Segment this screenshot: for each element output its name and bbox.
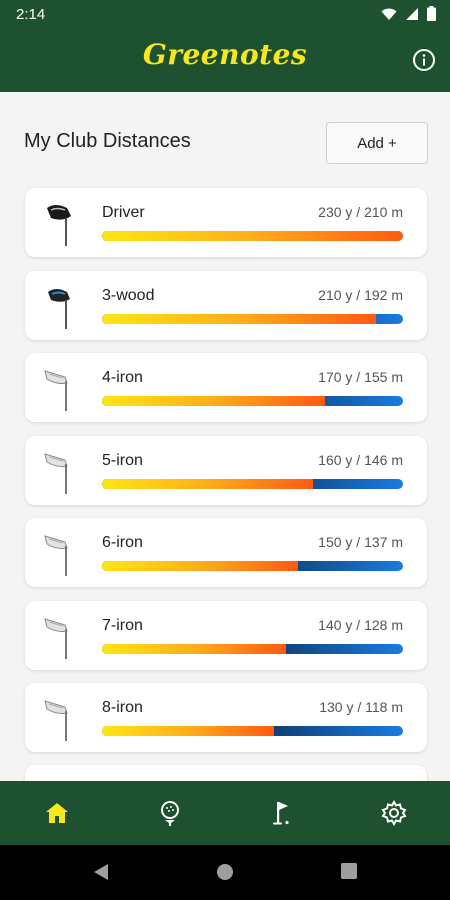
distance-bar-fill [102,478,313,489]
club-distance: 170 y / 155 m [318,369,403,385]
back-icon[interactable] [92,863,110,881]
club-card[interactable]: Driver 230 y / 210 m [25,188,427,257]
distance-bar [102,726,403,736]
wood-icon [43,283,77,329]
cell-signal-icon [406,7,418,20]
club-name: 3-wood [102,286,155,304]
distance-bar-fill [102,313,376,324]
distance-bar [102,396,403,406]
recents-icon[interactable] [341,863,357,879]
club-name: 6-iron [102,534,143,551]
info-icon[interactable] [412,48,436,72]
distance-bar-fill [102,643,286,654]
club-name: 5-iron [102,451,143,469]
distance-bar [102,313,403,324]
club-distance: 150 y / 137 m [318,534,403,550]
iron-icon [43,365,77,411]
club-card[interactable]: 6-iron 150 y / 137 m [25,518,427,587]
iron-icon [43,695,77,741]
distance-bar [102,643,403,654]
gear-icon[interactable] [380,799,408,827]
bottom-nav [0,781,450,845]
club-name: 7-iron [102,616,143,634]
club-name: 8-iron [102,699,143,716]
home-circle-icon[interactable] [216,863,234,881]
distance-bar [102,561,403,571]
add-club-button[interactable]: Add + [326,122,428,164]
status-time: 2:14 [16,6,46,23]
club-distance: 230 y / 210 m [318,204,403,220]
club-name: Driver [102,204,145,221]
home-icon[interactable] [43,799,71,827]
club-card[interactable]: 7-iron 140 y / 128 m [25,600,427,670]
status-bar: 2:14 [0,0,450,32]
system-nav-bar [0,845,450,900]
golf-ball-tee-icon[interactable] [156,799,184,827]
page-title: My Club Distances [24,130,191,152]
driver-icon [43,200,77,246]
wifi-icon [381,8,397,20]
distance-bar-fill [102,396,325,406]
club-distance: 130 y / 118 m [319,699,403,715]
club-name: 4-iron [102,369,143,386]
club-card[interactable]: 4-iron 170 y / 155 m [25,353,427,422]
iron-icon [43,448,77,494]
distance-bar-fill [102,561,298,571]
golf-flag-icon[interactable] [268,799,296,827]
club-card[interactable]: 3-wood 210 y / 192 m [25,270,427,340]
battery-icon [427,6,436,21]
club-list: Driver 230 y / 210 m 3-wood 210 y / 192 m 4-… [25,188,427,766]
distance-bar-fill [102,726,274,736]
app-header: 2:14 Greenotes [0,0,450,92]
distance-bar [102,478,403,489]
club-distance: 210 y / 192 m [318,286,403,303]
club-distance: 160 y / 146 m [318,451,403,468]
app-title: Greenotes [142,38,308,71]
club-card[interactable]: 5-iron 160 y / 146 m [25,435,427,505]
iron-icon [43,530,77,576]
distance-bar-fill [102,231,403,241]
club-distance: 140 y / 128 m [318,616,403,633]
club-card[interactable]: 8-iron 130 y / 118 m [25,683,427,752]
iron-icon [43,613,77,659]
distance-bar [102,231,403,241]
